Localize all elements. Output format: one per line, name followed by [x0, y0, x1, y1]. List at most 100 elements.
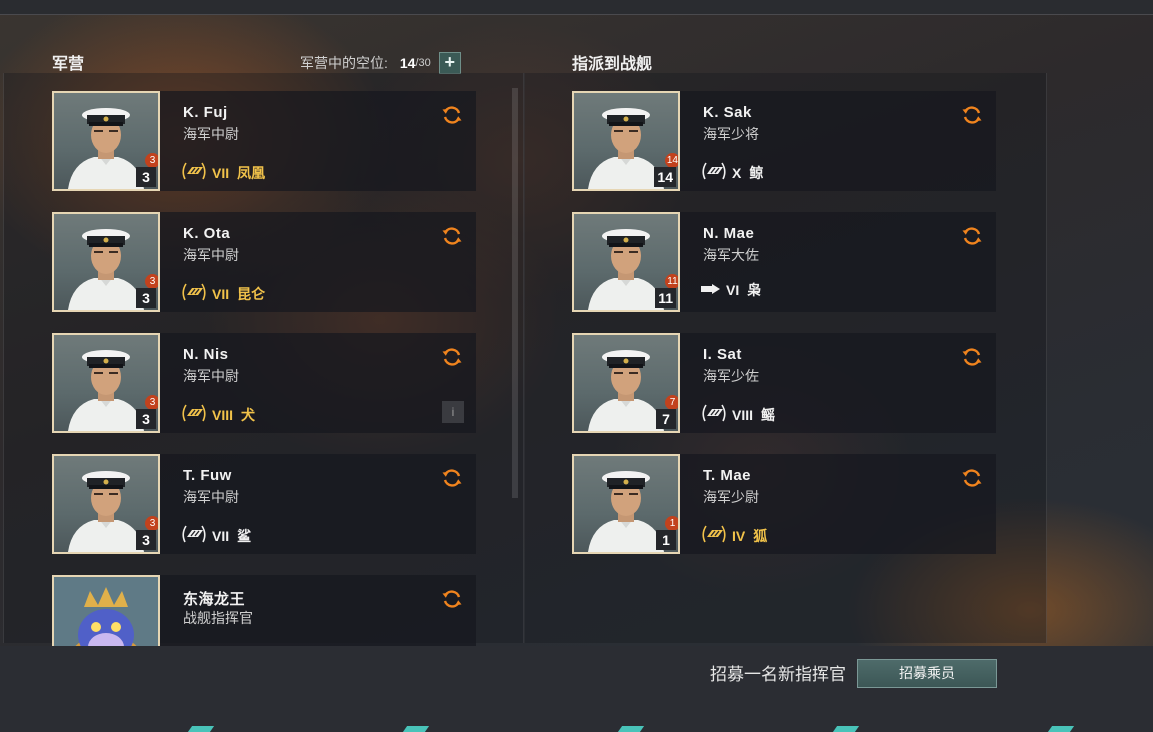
commander-name: K. Ota	[183, 225, 231, 242]
reassign-icon[interactable]	[960, 103, 984, 127]
ship-assignment: VI 枭	[700, 280, 761, 300]
commander-name: I. Sat	[703, 346, 742, 363]
commander-rank: 海军大佐	[703, 247, 759, 263]
ship-assignment: VIII 犬	[180, 401, 255, 428]
ship-assignment: VII 鲨	[180, 522, 251, 549]
commander-rank: 海军中尉	[183, 126, 239, 142]
commander-card[interactable]: 3 3 K. Fuj 海军中尉 VII 凤凰	[52, 91, 476, 191]
slots-label: 军营中的空位:	[300, 55, 388, 71]
commander-level: 3	[136, 530, 156, 550]
premium-destroyer-icon	[180, 159, 208, 186]
commander-rank: 海军少佐	[703, 368, 759, 384]
commander-level: 3	[136, 409, 156, 429]
commander-rank: 海军少尉	[703, 489, 759, 505]
deco-stripe	[617, 726, 645, 732]
reassign-icon[interactable]	[960, 466, 984, 490]
ship-tier: VI	[726, 282, 740, 298]
add-slots-button[interactable]: +	[438, 52, 461, 74]
reassign-icon[interactable]	[960, 345, 984, 369]
ship-assignment: IV 狐	[700, 522, 767, 549]
premium-destroyer-icon	[180, 401, 208, 428]
skill-points-badge: 3	[145, 516, 158, 531]
ship-tier: VII	[212, 164, 230, 181]
ship-name: 狐	[753, 527, 768, 544]
deco-stripe	[832, 726, 860, 732]
ship-name: 鳐	[761, 406, 776, 423]
destroyer-icon	[700, 159, 728, 186]
premium-destroyer-icon	[700, 522, 728, 549]
skill-points-badge: 1	[665, 516, 678, 531]
skill-points-badge: 3	[145, 153, 158, 168]
commander-name: K. Sak	[703, 104, 752, 121]
commander-card[interactable]: 14 14 K. Sak 海军少将 X 鲸	[572, 91, 996, 191]
reassign-icon[interactable]	[440, 466, 464, 490]
commander-name: K. Fuj	[183, 104, 228, 121]
commander-portrait[interactable]: 33	[52, 91, 160, 191]
battleship-icon	[700, 282, 722, 299]
commander-rank: 战舰指挥官	[183, 610, 253, 626]
ship-name: 昆仑	[237, 285, 266, 302]
ship-name: 犬	[241, 406, 256, 423]
destroyer-icon	[700, 401, 728, 428]
reassign-icon[interactable]	[960, 224, 984, 248]
commander-level: 3	[136, 288, 156, 308]
recruit-label: 招募一名新指挥官	[710, 665, 846, 684]
commander-card[interactable]: 1 1 T. Mae 海军少尉 IV 狐	[572, 454, 996, 554]
ship-assignment: VII 凤凰	[180, 159, 265, 186]
ship-name: 凤凰	[237, 164, 266, 181]
commander-level: 3	[136, 167, 156, 187]
commander-level: 11	[655, 288, 676, 308]
ship-tier: VII	[212, 285, 230, 302]
barracks-scrollbar[interactable]	[512, 88, 518, 498]
commander-portrait[interactable]: 33	[52, 333, 160, 433]
commander-card[interactable]: 11 11 N. Mae 海军大佐 VI 枭	[572, 212, 996, 312]
ship-tier: VII	[212, 527, 230, 544]
reassign-icon[interactable]	[440, 587, 464, 611]
commander-rank: 海军中尉	[183, 368, 239, 384]
deco-stripe	[1047, 726, 1075, 732]
ship-assignment: VIII 鳐	[700, 401, 775, 428]
ship-tier: VIII	[732, 406, 754, 423]
commander-card[interactable]: 3 3 T. Fuw 海军中尉 VII 鲨	[52, 454, 476, 554]
commander-rank: 海军少将	[703, 126, 759, 142]
destroyer-icon	[180, 522, 208, 549]
commander-portrait[interactable]: 11 11	[572, 212, 680, 312]
skill-points-badge: 11	[665, 274, 678, 289]
info-icon[interactable]: i	[442, 401, 464, 423]
commander-name: 东海龙王	[183, 591, 246, 608]
ship-tier: X	[732, 164, 742, 181]
reassign-icon[interactable]	[440, 345, 464, 369]
commander-portrait[interactable]: 33	[52, 454, 160, 554]
commander-level: 1	[656, 530, 676, 550]
commander-portrait[interactable]: 14 14	[572, 91, 680, 191]
barracks-title: 军营	[52, 56, 85, 73]
recruit-crew-button[interactable]: 招募乘员	[857, 659, 997, 688]
slots-used: 14	[399, 55, 416, 71]
commander-level: 14	[654, 167, 676, 187]
commander-name: N. Mae	[703, 225, 755, 242]
commander-card[interactable]: 7 7 I. Sat 海军少佐 VIII 鳐	[572, 333, 996, 433]
commander-card[interactable]: 3 3 K. Ota 海军中尉 VII 昆仑	[52, 212, 476, 312]
skill-points-badge: 3	[145, 274, 158, 289]
ship-tier: VIII	[212, 406, 234, 423]
barracks-slots: 军营中的空位: 14 /30 +	[300, 52, 461, 74]
commander-level: 7	[656, 409, 676, 429]
reassign-icon[interactable]	[440, 103, 464, 127]
ship-name: 鲨	[237, 527, 252, 544]
commander-portrait[interactable]: 33	[52, 212, 160, 312]
deco-stripe	[402, 726, 430, 732]
reassign-icon[interactable]	[440, 224, 464, 248]
commander-portrait[interactable]: 77	[572, 333, 680, 433]
top-bar	[0, 0, 1153, 15]
ship-assignment: X鲸	[700, 159, 763, 186]
commander-portrait[interactable]: 11	[572, 454, 680, 554]
premium-destroyer-icon	[180, 280, 208, 307]
ship-name: 枭	[747, 282, 762, 298]
ship-assignment: VII 昆仑	[180, 280, 265, 307]
commander-card[interactable]: 3 3 N. Nis 海军中尉 VIII 犬 i	[52, 333, 476, 433]
commander-rank: 海军中尉	[183, 489, 239, 505]
commander-name: T. Mae	[703, 467, 752, 484]
ship-tier: IV	[732, 527, 746, 544]
assigned-title: 指派到战舰	[572, 56, 653, 73]
skill-points-badge: 7	[665, 395, 678, 410]
